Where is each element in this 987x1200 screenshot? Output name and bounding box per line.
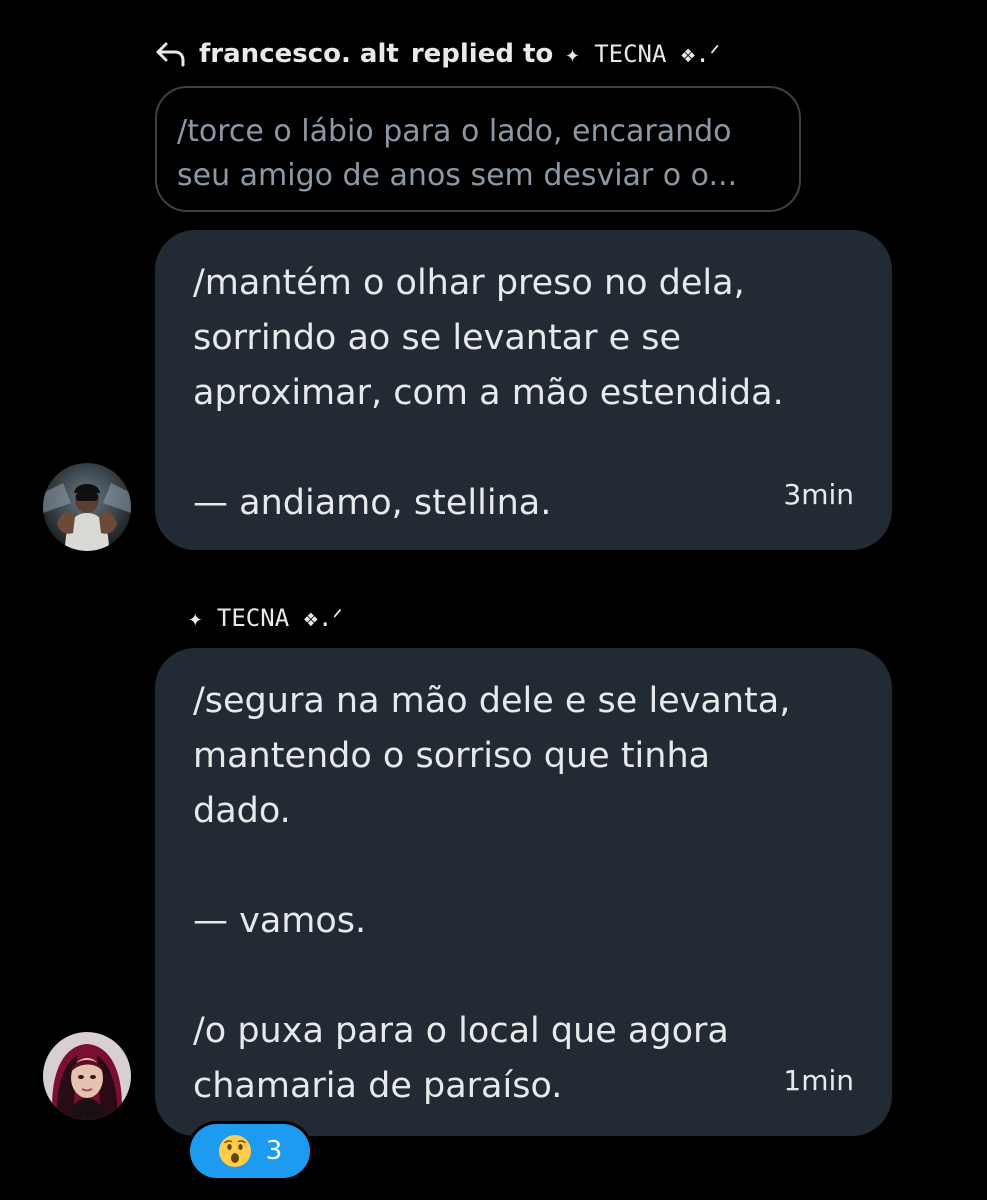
reply-action-text: replied to (410, 39, 554, 69)
avatar[interactable] (43, 1032, 131, 1120)
message-line: mantendo o sorriso que tinha (193, 736, 711, 776)
message-timestamp: 1min (783, 1064, 854, 1097)
reply-arrow-icon (155, 40, 187, 68)
message-bubble[interactable]: /segura na mão dele e se levanta, manten… (155, 648, 892, 1136)
message-timestamp: 3min (783, 478, 854, 511)
message-line: chamaria de paraíso. (193, 1066, 563, 1106)
message-line: /mantém o olhar preso no dela, (193, 263, 745, 303)
replier-name[interactable]: francesco. alt (199, 39, 399, 69)
reaction-count: 3 (265, 1136, 283, 1166)
message-line: /segura na mão dele e se levanta, (193, 681, 791, 721)
avatar[interactable] (43, 463, 131, 551)
quoted-line: seu amigo de anos sem desviar o o... (177, 158, 738, 193)
message-line: /o puxa para o local que agora (193, 1011, 729, 1051)
message-bubble[interactable]: /mantém o olhar preso no dela, sorrindo … (155, 230, 892, 550)
reply-target-name[interactable]: ✦ TECNA ❖.ᐟ (565, 40, 720, 68)
message-line: dado. (193, 791, 291, 831)
reply-header: francesco. alt replied to ✦ TECNA ❖.ᐟ (155, 34, 720, 74)
message-line: aproximar, com a mão estendida. (193, 373, 784, 413)
message-line: sorrindo ao se levantar e se (193, 318, 682, 358)
reaction-pill[interactable]: 3 (187, 1121, 313, 1181)
message-line (193, 949, 854, 1004)
sender-name[interactable]: ✦ TECNA ❖.ᐟ (188, 604, 343, 632)
astonished-face-icon (218, 1134, 252, 1168)
quoted-message[interactable]: /torce o lábio para o lado, encarando se… (155, 86, 801, 212)
message-line (193, 421, 854, 476)
message-line (193, 839, 854, 894)
message-line: — andiamo, stellina. (193, 483, 552, 523)
quoted-line: /torce o lábio para o lado, encarando (177, 114, 732, 149)
message-line: — vamos. (193, 901, 367, 941)
